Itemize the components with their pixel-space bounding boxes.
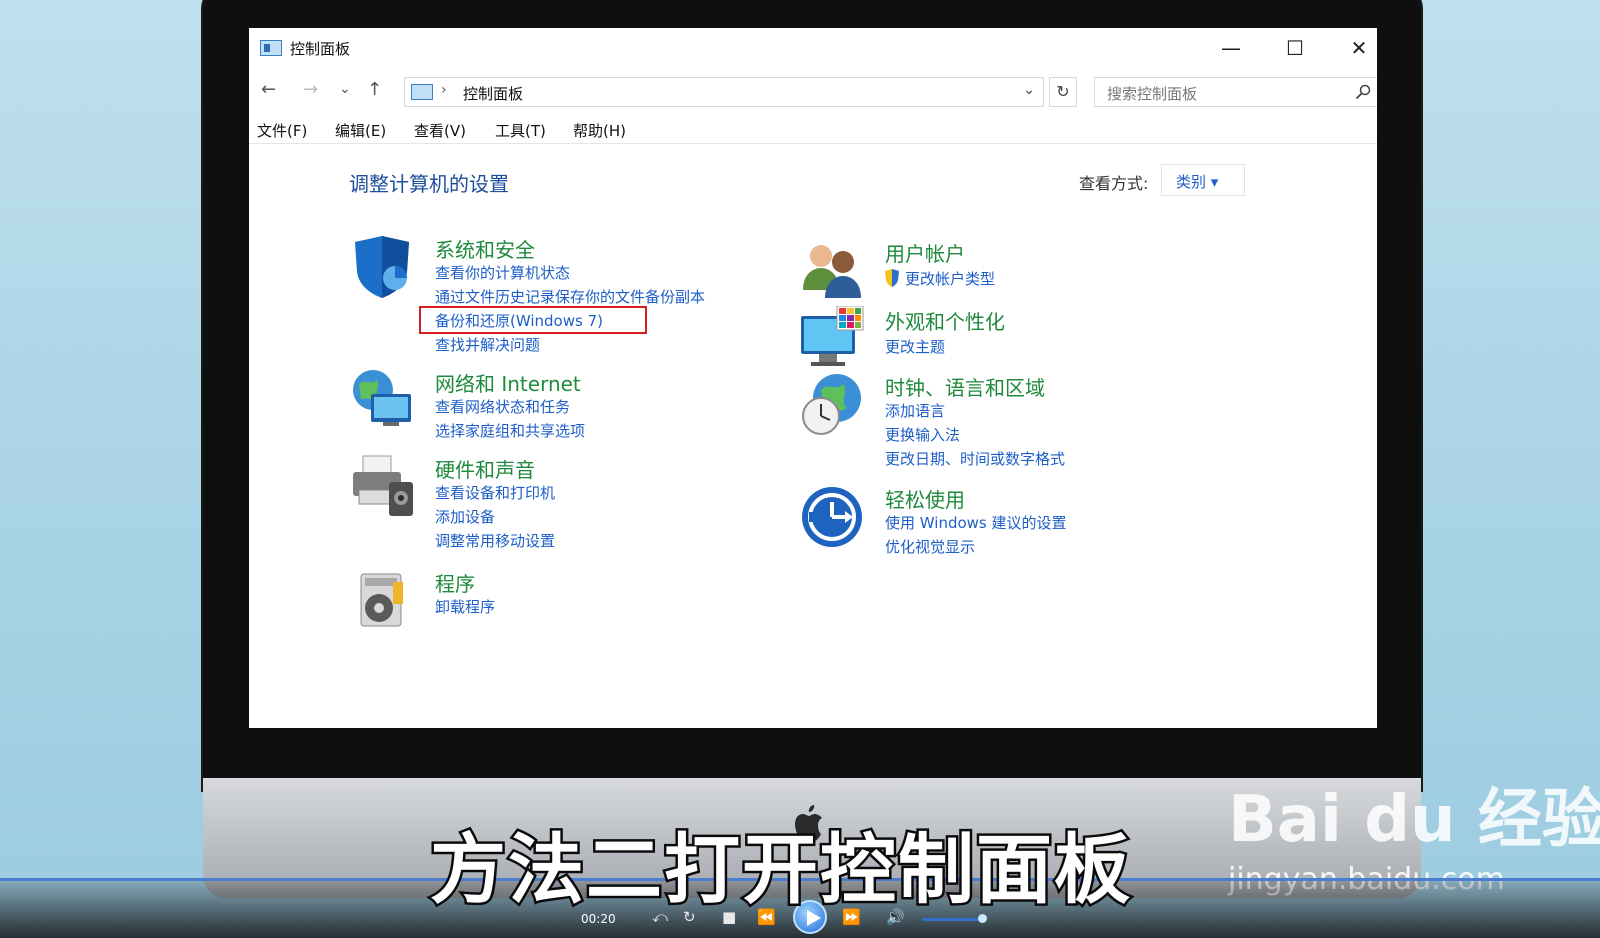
link-view-computer-status[interactable]: 查看你的计算机状态 — [435, 262, 570, 283]
window-title: 控制面板 — [290, 40, 351, 58]
video-subtitle: 方法二打开控制面板 — [428, 823, 1133, 917]
title-bar: 控制面板 — ☐ ✕ — [249, 28, 1377, 68]
breadcrumb-separator: › — [441, 82, 447, 98]
link-change-theme[interactable]: 更改主题 — [885, 336, 945, 357]
link-file-history-backup[interactable]: 通过文件历史记录保存你的文件备份副本 — [435, 286, 705, 307]
link-devices-printers[interactable]: 查看设备和打印机 — [435, 482, 555, 503]
baidu-jingyan-logo: Bai du 经验 — [1228, 783, 1600, 857]
page-title: 调整计算机的设置 — [349, 172, 509, 196]
menu-file[interactable]: 文件(F) — [257, 120, 307, 141]
printer-icon — [353, 455, 413, 516]
link-windows-suggested-settings[interactable]: 使用 Windows 建议的设置 — [885, 512, 1067, 533]
link-add-device[interactable]: 添加设备 — [435, 506, 495, 527]
forward-button[interactable]: → — [303, 79, 318, 100]
refresh-button[interactable]: ↻ — [1049, 77, 1077, 107]
navigation-bar: ← → ⌄ ↑ › 控制面板 ⌄ ↻ 搜索控制面板 — [249, 73, 1377, 109]
ease-of-access-icon — [802, 487, 862, 547]
link-uninstall-program[interactable]: 卸载程序 — [435, 596, 495, 617]
search-placeholder: 搜索控制面板 — [1107, 85, 1198, 103]
category-title[interactable]: 网络和 Internet — [435, 368, 581, 397]
minimize-button[interactable]: — — [1211, 34, 1251, 62]
view-by-dropdown[interactable]: 类别 ▾ — [1161, 164, 1245, 196]
address-bar[interactable]: › 控制面板 ⌄ — [404, 77, 1044, 107]
highlight-box — [419, 306, 647, 334]
programs-icon — [360, 573, 403, 627]
link-change-input-method[interactable]: 更换输入法 — [885, 424, 960, 445]
back-button[interactable]: ← — [261, 79, 276, 100]
chevron-down-icon[interactable]: ⌄ — [1023, 82, 1035, 98]
category-title[interactable]: 硬件和声音 — [435, 454, 535, 483]
menu-edit[interactable]: 编辑(E) — [335, 120, 386, 141]
link-optimize-visual-display[interactable]: 优化视觉显示 — [885, 536, 975, 557]
category-title[interactable]: 外观和个性化 — [885, 306, 1005, 335]
link-mobility-settings[interactable]: 调整常用移动设置 — [435, 530, 555, 551]
recent-locations-button[interactable]: ⌄ — [339, 81, 351, 97]
link-troubleshoot[interactable]: 查找并解决问题 — [435, 334, 540, 355]
control-panel-icon — [411, 84, 433, 100]
menu-tools[interactable]: 工具(T) — [495, 120, 546, 141]
search-icon[interactable] — [1355, 84, 1371, 100]
view-by-label: 查看方式: — [1079, 174, 1149, 193]
category-title[interactable]: 轻松使用 — [885, 484, 965, 513]
link-date-time-format[interactable]: 更改日期、时间或数字格式 — [885, 448, 1065, 469]
up-button[interactable]: ↑ — [367, 79, 382, 100]
users-icon — [803, 245, 861, 298]
menu-help[interactable]: 帮助(H) — [573, 120, 626, 141]
search-input[interactable]: 搜索控制面板 — [1094, 77, 1377, 107]
control-panel-window: 控制面板 — ☐ ✕ ← → ⌄ ↑ › 控制面板 ⌄ ↻ 搜索控制面板 文件(… — [249, 28, 1377, 728]
menu-bar: 文件(F) 编辑(E) 查看(V) 工具(T) 帮助(H) — [249, 116, 1377, 144]
clock-globe-icon — [802, 374, 861, 435]
menu-view[interactable]: 查看(V) — [414, 120, 466, 141]
category-title[interactable]: 用户帐户 — [885, 238, 965, 267]
link-network-status[interactable]: 查看网络状态和任务 — [435, 396, 570, 417]
link-add-language[interactable]: 添加语言 — [885, 400, 945, 421]
link-change-account-type[interactable]: 更改帐户类型 — [905, 268, 995, 289]
category-title[interactable]: 系统和安全 — [435, 234, 535, 263]
breadcrumb[interactable]: 控制面板 — [463, 83, 523, 104]
volume-slider[interactable] — [922, 918, 982, 921]
maximize-button[interactable]: ☐ — [1275, 34, 1315, 62]
category-title[interactable]: 程序 — [435, 568, 475, 597]
close-button[interactable]: ✕ — [1339, 34, 1377, 62]
uac-shield-icon — [885, 269, 899, 287]
appearance-monitor-icon — [801, 306, 864, 366]
shield-icon — [355, 236, 409, 298]
link-homegroup-sharing[interactable]: 选择家庭组和共享选项 — [435, 420, 585, 441]
control-panel-icon — [260, 40, 282, 56]
network-globe-icon — [353, 370, 411, 426]
category-title[interactable]: 时钟、语言和区域 — [885, 372, 1045, 401]
